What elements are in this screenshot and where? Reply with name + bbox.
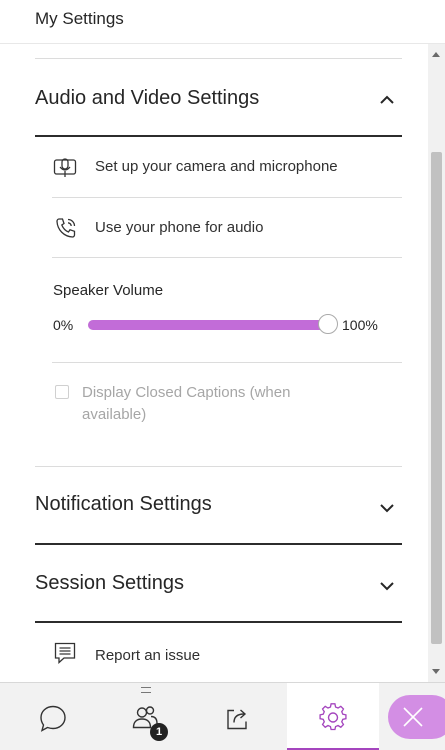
section-divider bbox=[35, 135, 402, 137]
divider bbox=[52, 362, 402, 363]
page-title: My Settings bbox=[35, 9, 124, 28]
divider bbox=[52, 257, 402, 258]
close-panel-button[interactable] bbox=[388, 695, 445, 739]
chevron-down-icon[interactable] bbox=[378, 499, 396, 517]
phone-audio-link[interactable]: Use your phone for audio bbox=[95, 219, 263, 236]
close-icon bbox=[403, 707, 423, 727]
slider-thumb[interactable] bbox=[318, 314, 338, 334]
tab-participants[interactable] bbox=[110, 683, 180, 750]
scroll-up-arrow[interactable] bbox=[432, 52, 440, 57]
notification-section-title[interactable]: Notification Settings bbox=[35, 493, 212, 516]
speaker-volume-label: Speaker Volume bbox=[53, 282, 164, 299]
section-divider bbox=[35, 543, 402, 545]
closed-captions-label: Display Closed Captions (when available) bbox=[82, 384, 291, 423]
tab-my-settings[interactable] bbox=[287, 683, 379, 750]
section-divider bbox=[35, 621, 402, 623]
divider bbox=[52, 197, 402, 198]
divider bbox=[35, 466, 402, 467]
chat-bubble-icon bbox=[40, 705, 66, 732]
settings-scroll-area[interactable]: Audio and Video Settings Set up your cam… bbox=[0, 44, 428, 682]
bottom-tab-bar: 1 bbox=[0, 682, 445, 750]
volume-min-label: 0% bbox=[53, 317, 74, 333]
divider bbox=[35, 58, 402, 59]
tab-share-content[interactable] bbox=[203, 683, 273, 750]
report-issue-link[interactable]: Report an issue bbox=[95, 647, 200, 664]
chevron-down-icon[interactable] bbox=[378, 577, 396, 595]
camera-microphone-icon bbox=[53, 158, 77, 177]
chevron-up-icon[interactable] bbox=[378, 91, 396, 109]
report-issue-icon bbox=[54, 642, 76, 664]
volume-max-label: 100% bbox=[342, 317, 378, 333]
closed-captions-checkbox[interactable] bbox=[55, 385, 69, 399]
panel-header: My Settings bbox=[0, 0, 445, 44]
speaker-volume-slider[interactable] bbox=[88, 314, 338, 334]
participants-count-badge: 1 bbox=[150, 723, 168, 741]
scrollbar[interactable] bbox=[428, 44, 445, 682]
gear-icon bbox=[319, 702, 347, 730]
tab-chat[interactable] bbox=[18, 683, 88, 750]
camera-microphone-setup-link[interactable]: Set up your camera and microphone bbox=[95, 158, 338, 175]
scrollbar-thumb[interactable] bbox=[431, 152, 442, 644]
phone-icon bbox=[56, 218, 76, 238]
slider-fill bbox=[88, 320, 328, 330]
session-section-title[interactable]: Session Settings bbox=[35, 572, 184, 595]
scroll-down-arrow[interactable] bbox=[432, 669, 440, 674]
share-content-icon bbox=[227, 708, 247, 729]
audio-video-section-title[interactable]: Audio and Video Settings bbox=[35, 87, 259, 110]
